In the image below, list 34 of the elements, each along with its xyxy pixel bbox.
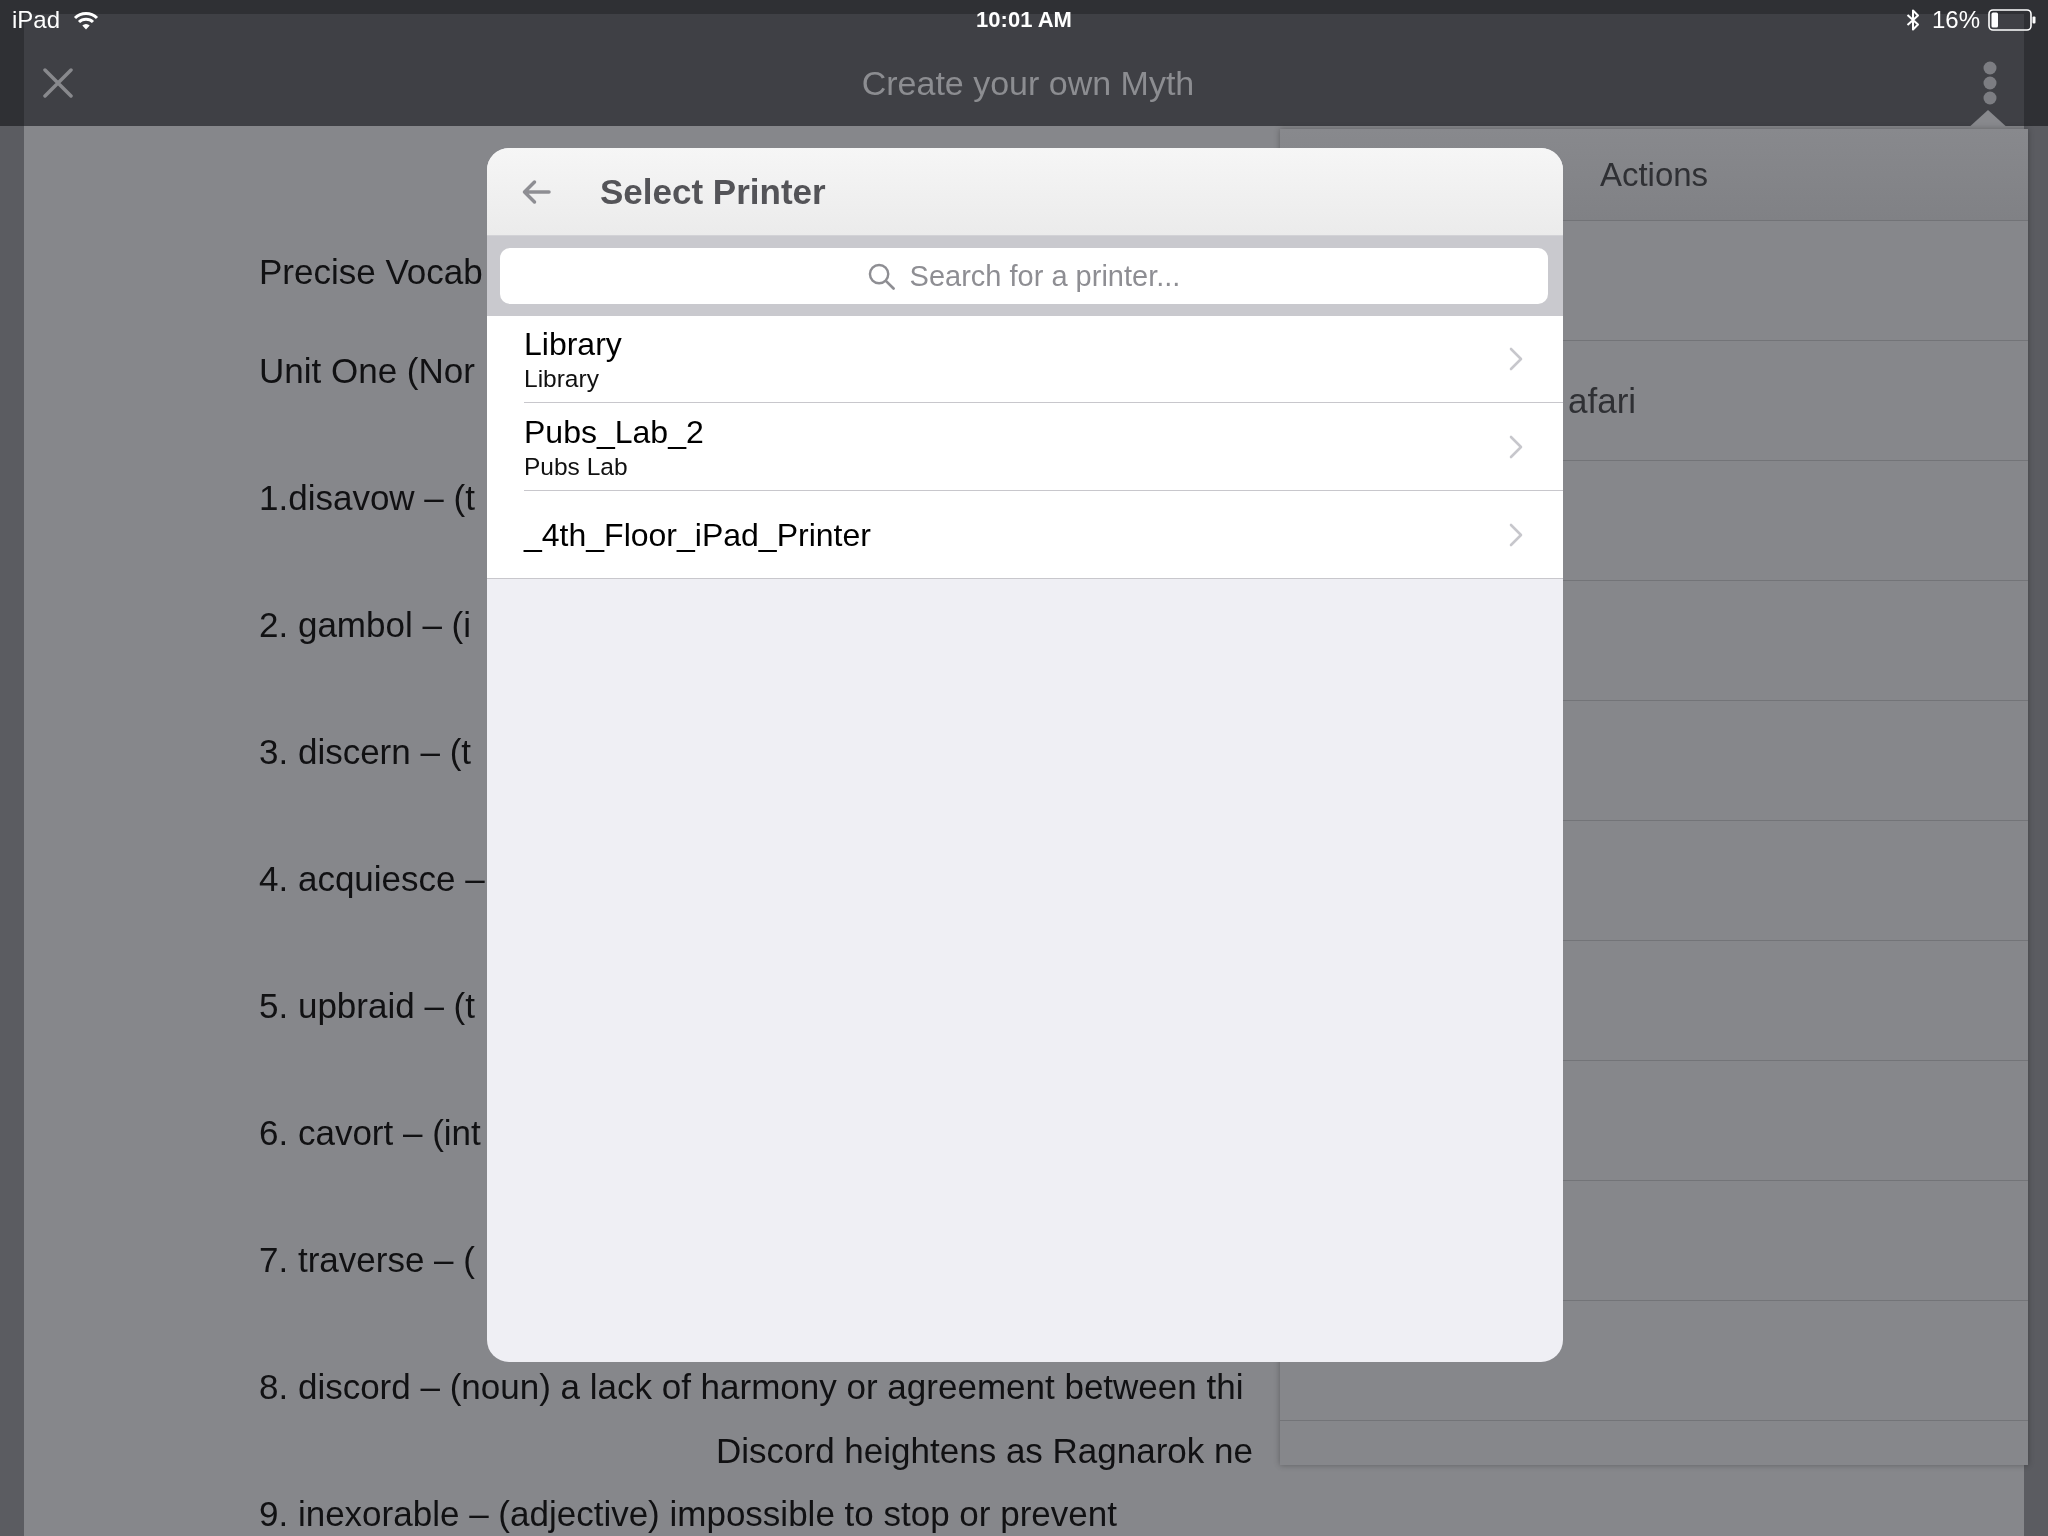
- chevron-icon: [1509, 522, 1523, 547]
- action-item[interactable]: afari: [1568, 381, 1637, 421]
- chevron-icon: [1509, 347, 1523, 371]
- vocabulary-entry: 4. acquiesce –: [259, 859, 485, 899]
- wifi-icon: [73, 10, 100, 30]
- vocabulary-entry: 3. discern – (t: [259, 732, 472, 772]
- more-icon: [1983, 61, 1997, 105]
- printer-list-item[interactable]: Library Library: [487, 316, 1563, 403]
- vocabulary-entry: 9. inexorable – (adjective) impossible to stop or prevent: [259, 1494, 1117, 1534]
- popover-title: Actions: [1599, 155, 1709, 194]
- close-icon: [43, 68, 73, 98]
- status-time: 10:01 AM: [976, 6, 1072, 34]
- dialog-title: Select Printer: [600, 171, 826, 212]
- document-heading: Unit One (Nor: [259, 351, 475, 391]
- battery-icon: [1988, 9, 2036, 31]
- search-icon: [867, 262, 895, 290]
- vocabulary-entry: 7. traverse – (: [259, 1240, 475, 1280]
- device-name: iPad: [12, 6, 61, 34]
- vocabulary-entry: 1.disavow – (t: [259, 478, 475, 518]
- back-arrow-icon: [521, 178, 551, 205]
- printer-list-item[interactable]: Pubs_Lab_2 Pubs Lab: [487, 403, 1563, 491]
- vocabulary-entry: 2. gambol – (i: [259, 605, 472, 645]
- document-heading: Precise Vocab: [259, 252, 483, 292]
- back-button[interactable]: [521, 178, 551, 205]
- chevron-icon: [1509, 434, 1523, 459]
- document-title: Create your own Myth: [861, 63, 1195, 103]
- vocabulary-entry: 6. cavort – (int: [259, 1113, 481, 1153]
- battery-percentage: 16%: [1931, 6, 1980, 34]
- more-button[interactable]: [1983, 61, 1997, 105]
- bluetooth-icon: [1905, 8, 1920, 32]
- vocabulary-entry: 8. discord – (noun) a lack of harmony or agreement between thi: [259, 1367, 1244, 1407]
- close-button[interactable]: [43, 68, 73, 98]
- vocabulary-entry: 5. upbraid – (t: [259, 986, 475, 1026]
- example-sentence: Discord heightens as Ragnarok ne: [716, 1430, 1253, 1471]
